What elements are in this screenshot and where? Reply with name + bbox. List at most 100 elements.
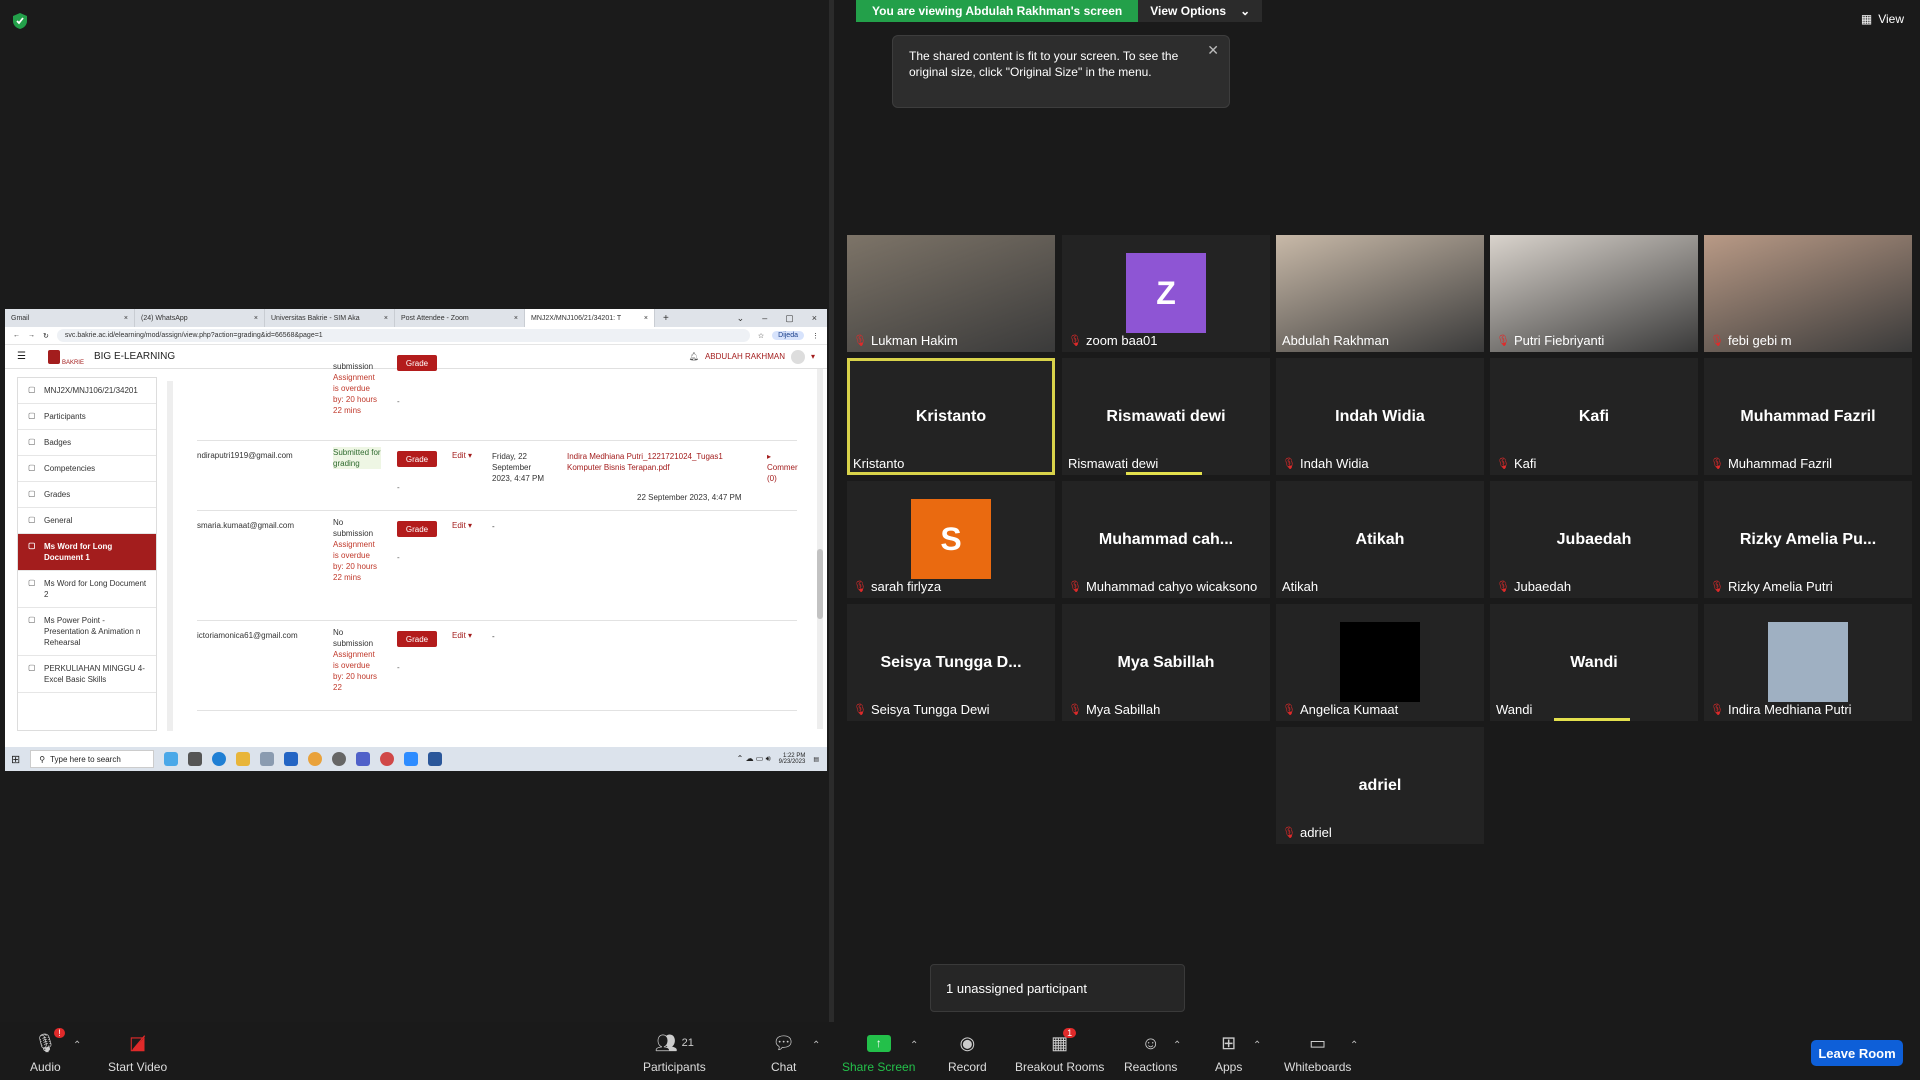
whiteboards-button[interactable]: ▭ Whiteboards <box>1284 1032 1351 1075</box>
submission-file-link[interactable]: Indira Medhiana Putri_1221721024_Tugas1 … <box>567 451 747 473</box>
app-icon[interactable] <box>260 752 275 766</box>
course-section-link[interactable]: PERKULIAHAN MINGGU 4- Excel Basic Skills <box>18 656 156 693</box>
participant-tile[interactable]: 🎙︎ Indira Medhiana Putri <box>1704 604 1912 721</box>
reload-icon[interactable]: ↻ <box>43 332 49 340</box>
address-bar[interactable]: svc.bakrie.ac.id/elearning/mod/assign/vi… <box>56 329 750 342</box>
course-section-link[interactable]: Participants <box>18 404 156 430</box>
share-screen-button[interactable]: ↑ Share Screen <box>842 1032 915 1074</box>
course-section-link[interactable]: MNJ2X/MNJ106/21/34201 <box>18 378 156 404</box>
course-section-link[interactable]: Ms Word for Long Document 1 <box>18 534 156 571</box>
participant-tile[interactable]: 🎙︎ Lukman Hakim <box>847 235 1055 352</box>
shared-screen-content[interactable]: Gmail × (24) WhatsApp × Universitas Bakrie… <box>5 309 827 771</box>
apps-options-caret[interactable]: ⌃ <box>1253 1040 1261 1051</box>
grade-button[interactable]: Grade <box>397 521 437 537</box>
word-icon[interactable] <box>428 752 443 766</box>
scrollbar-thumb[interactable] <box>817 549 823 619</box>
app-icon[interactable] <box>332 752 347 766</box>
participant-tile[interactable]: Seisya Tungga D... 🎙︎ Seisya Tungga Dewi <box>847 604 1055 721</box>
star-icon[interactable]: ☆ <box>758 332 764 340</box>
course-section-link[interactable]: Competencies <box>18 456 156 482</box>
leave-room-button[interactable]: Leave Room <box>1811 1040 1903 1066</box>
new-tab-icon[interactable]: + <box>655 313 669 324</box>
record-button[interactable]: ◉ Record <box>948 1032 987 1075</box>
profile-chip[interactable]: Dijeda <box>772 331 804 340</box>
task-view-icon[interactable] <box>188 752 203 766</box>
start-video-button[interactable]: ◪̸ Start Video <box>108 1032 167 1075</box>
close-icon[interactable]: × <box>124 315 128 322</box>
file-explorer-icon[interactable] <box>236 752 251 766</box>
audio-options-caret[interactable]: ⌃ <box>73 1040 81 1051</box>
view-options-button[interactable]: View Options ⌄ <box>1138 0 1263 22</box>
back-icon[interactable]: ← <box>13 332 20 339</box>
reactions-button[interactable]: ☺ Reactions <box>1124 1032 1177 1075</box>
participant-tile[interactable]: adriel 🎙︎ adriel <box>1276 727 1484 844</box>
course-section-link[interactable]: Ms Power Point - Presentation & Animatio… <box>18 608 156 656</box>
hamburger-icon[interactable]: ☰ <box>17 351 26 362</box>
participant-tile[interactable]: Atikah Atikah <box>1276 481 1484 598</box>
participant-tile[interactable]: Kristanto Kristanto <box>847 358 1055 475</box>
page-scrollbar[interactable] <box>817 369 823 729</box>
edit-menu[interactable]: Edit ▾ <box>452 521 472 530</box>
mail-icon[interactable] <box>284 752 299 766</box>
close-icon[interactable]: × <box>514 315 518 322</box>
reactions-options-caret[interactable]: ⌃ <box>1173 1040 1181 1051</box>
grade-button[interactable]: Grade <box>397 631 437 647</box>
course-section-link[interactable]: General <box>18 508 156 534</box>
participant-tile[interactable]: Abdulah Rakhman <box>1276 235 1484 352</box>
browser-tab[interactable]: Universitas Bakrie - SIM Aka × <box>265 309 395 327</box>
whiteboards-options-caret[interactable]: ⌃ <box>1350 1040 1358 1051</box>
clock[interactable]: 1:22 PM 9/23/2023 <box>779 753 806 765</box>
chat-options-caret[interactable]: ⌃ <box>812 1040 820 1051</box>
edit-menu[interactable]: Edit ▾ <box>452 631 472 640</box>
zoom-icon[interactable] <box>404 752 419 766</box>
chrome-icon[interactable] <box>380 752 395 766</box>
participant-tile[interactable]: Rismawati dewi Rismawati dewi <box>1062 358 1270 475</box>
close-icon[interactable]: × <box>254 315 258 322</box>
browser-tab[interactable]: Post Attendee - Zoom × <box>395 309 525 327</box>
course-section-link[interactable]: Badges <box>18 430 156 456</box>
app-icon[interactable] <box>356 752 371 766</box>
close-icon[interactable]: × <box>812 313 817 324</box>
maximize-icon[interactable]: ▢ <box>785 313 794 324</box>
sidebar-scrollbar[interactable] <box>167 381 173 731</box>
comments-link[interactable]: ▸ Commer (0) <box>767 451 798 484</box>
participant-tile[interactable]: 🎙︎ Angelica Kumaat <box>1276 604 1484 721</box>
taskbar-search[interactable]: ⚲ Type here to search <box>30 750 155 768</box>
chrome-icon[interactable] <box>308 752 323 766</box>
tray-icons[interactable]: ⌃ ☁ ▭ 🔊︎ <box>737 754 771 764</box>
course-section-link[interactable]: Ms Word for Long Document 2 <box>18 571 156 608</box>
menu-icon[interactable]: ⋮ <box>812 332 819 340</box>
browser-tab[interactable]: Gmail × <box>5 309 135 327</box>
participant-tile[interactable]: Z 🎙︎ zoom baa01 <box>1062 235 1270 352</box>
browser-tab[interactable]: (24) WhatsApp × <box>135 309 265 327</box>
notification-icon[interactable]: ▤ <box>813 756 819 763</box>
chat-button[interactable]: 💬︎ Chat <box>771 1032 796 1075</box>
participant-tile[interactable]: 🎙︎ Putri Fiebriyanti <box>1490 235 1698 352</box>
security-shield-icon[interactable] <box>12 12 28 30</box>
participant-tile[interactable]: Mya Sabillah 🎙︎ Mya Sabillah <box>1062 604 1270 721</box>
grade-button[interactable]: Grade <box>397 451 437 467</box>
view-button[interactable]: ▦ View <box>1861 12 1904 26</box>
participant-tile[interactable]: S 🎙︎ sarah firlyza <box>847 481 1055 598</box>
close-icon[interactable]: ✕ <box>1207 42 1219 58</box>
windows-start-icon[interactable]: ⊞ <box>11 753 20 766</box>
grade-button[interactable]: Grade <box>397 355 437 371</box>
breakout-rooms-button[interactable]: ▦ 1 Breakout Rooms <box>1015 1028 1104 1074</box>
chevron-down-icon[interactable]: ⌄ <box>737 313 745 324</box>
share-options-caret[interactable]: ⌃ <box>910 1040 918 1051</box>
minimize-icon[interactable]: – <box>762 313 767 324</box>
course-section-link[interactable]: Grades <box>18 482 156 508</box>
site-brand[interactable]: BAKRIE BIG E-LEARNING <box>47 348 175 366</box>
audio-button[interactable]: 🎙︎! Audio <box>30 1028 65 1074</box>
participant-tile[interactable]: Indah Widia 🎙︎ Indah Widia <box>1276 358 1484 475</box>
close-icon[interactable]: × <box>644 315 648 322</box>
participant-tile[interactable]: Wandi Wandi <box>1490 604 1698 721</box>
apps-button[interactable]: ⊞ Apps <box>1215 1032 1242 1075</box>
close-icon[interactable]: × <box>384 315 388 322</box>
unassigned-participant-notice[interactable]: 1 unassigned participant <box>930 964 1185 1012</box>
participant-tile[interactable]: 🎙︎ febi gebi m <box>1704 235 1912 352</box>
participant-tile[interactable]: Jubaedah 🎙︎ Jubaedah <box>1490 481 1698 598</box>
edge-icon[interactable] <box>212 752 227 766</box>
edit-menu[interactable]: Edit ▾ <box>452 451 472 460</box>
widget-icon[interactable] <box>164 752 179 766</box>
